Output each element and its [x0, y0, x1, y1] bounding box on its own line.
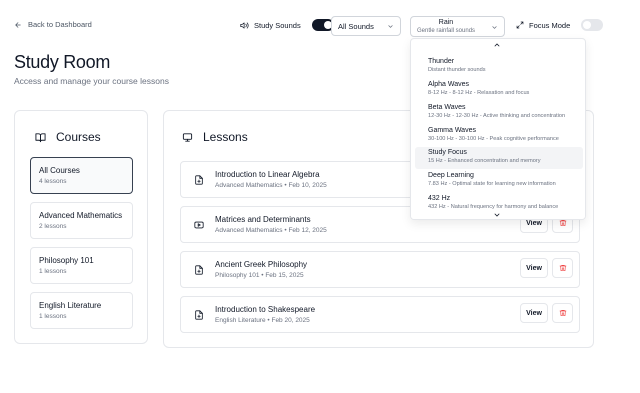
back-to-dashboard-link[interactable]: Back to Dashboard: [14, 20, 92, 29]
option-name: Alpha Waves: [428, 81, 469, 88]
course-lesson-count: 2 lessons: [39, 223, 67, 230]
lessons-heading-label: Lessons: [203, 130, 248, 144]
sound-dropdown-menu: Thunder Distant thunder sounds Alpha Wav…: [410, 38, 586, 220]
sound-select-title: Rain: [438, 19, 454, 26]
sound-select[interactable]: Rain Gentle rainfall sounds: [410, 16, 505, 37]
lesson-meta: Philosophy 101 • Feb 15, 2025: [215, 272, 304, 279]
lesson-title: Introduction to Shakespeare: [215, 305, 316, 314]
course-name: All Courses: [39, 166, 80, 175]
file-icon: [195, 175, 203, 185]
lesson-title: Ancient Greek Philosophy: [215, 260, 308, 269]
option-description: 7.83 Hz - Optimal state for learning new…: [428, 181, 556, 187]
study-sounds-label: Study Sounds: [254, 20, 301, 30]
toggle-knob: [583, 21, 592, 29]
file-icon: [195, 310, 203, 320]
course-name: Philosophy 101: [39, 256, 94, 265]
course-lesson-count: 1 lessons: [39, 313, 67, 320]
chevron-down-icon[interactable]: [493, 211, 501, 219]
lesson-row[interactable]: Introduction to Shakespeare English Lite…: [180, 296, 580, 333]
trash-icon: [559, 310, 566, 316]
option-description: 30-100 Hz - 30-100 Hz - Peak cognitive p…: [428, 136, 559, 142]
page-title: Study Room: [14, 52, 111, 72]
courses-heading-label: Courses: [56, 130, 101, 144]
option-name: Gamma Waves: [428, 127, 476, 134]
course-item-english-literature[interactable]: English Literature 1 lessons: [30, 292, 133, 329]
lessons-heading: Lessons: [182, 130, 248, 144]
course-item-philosophy-101[interactable]: Philosophy 101 1 lessons: [30, 247, 133, 284]
sound-option-deep-learning[interactable]: Deep Learning 7.83 Hz - Optimal state fo…: [415, 170, 583, 192]
video-icon: [194, 221, 204, 229]
lesson-row[interactable]: Ancient Greek Philosophy Philosophy 101 …: [180, 251, 580, 288]
focus-mode-toggle[interactable]: [581, 19, 604, 31]
lesson-meta: English Literature • Feb 20, 2025: [215, 317, 310, 324]
speaker-icon: [240, 22, 249, 28]
view-lesson-button[interactable]: View: [520, 303, 548, 323]
option-description: 15 Hz - Enhanced concentration and memor…: [428, 158, 541, 164]
sound-option-gamma-waves[interactable]: Gamma Waves 30-100 Hz - 30-100 Hz - Peak…: [415, 125, 583, 147]
chevron-up-icon[interactable]: [493, 41, 501, 49]
chevron-down-icon: [388, 24, 393, 28]
option-description: 8-12 Hz - 8-12 Hz - Relaxation and focus: [428, 90, 530, 96]
sound-select-subtitle: Gentle rainfall sounds: [417, 28, 476, 34]
lesson-meta: Advanced Mathematics • Feb 10, 2025: [215, 182, 327, 189]
course-name: Advanced Mathematics: [39, 211, 123, 220]
option-description: Distant thunder sounds: [428, 67, 486, 73]
delete-lesson-button[interactable]: [552, 258, 573, 278]
courses-panel: Courses All Courses 4 lessons Advanced M…: [14, 110, 148, 344]
course-item-advanced-mathematics[interactable]: Advanced Mathematics 2 lessons: [30, 202, 133, 239]
option-name: 432 Hz: [428, 195, 451, 202]
expand-icon: [516, 21, 524, 29]
option-name: Beta Waves: [428, 104, 466, 111]
courses-heading: Courses: [35, 130, 101, 144]
course-lesson-count: 1 lessons: [39, 268, 67, 275]
file-icon: [195, 265, 203, 275]
option-description: 12-30 Hz - 12-30 Hz - Active thinking an…: [428, 113, 566, 119]
chevron-down-icon: [492, 26, 497, 29]
course-item-all-courses[interactable]: All Courses 4 lessons: [30, 157, 133, 194]
option-name: Thunder: [428, 58, 455, 65]
view-lesson-button[interactable]: View: [520, 258, 548, 278]
presentation-icon: [182, 132, 193, 142]
trash-icon: [559, 265, 566, 271]
sound-option-alpha-waves[interactable]: Alpha Waves 8-12 Hz - 8-12 Hz - Relaxati…: [415, 79, 583, 101]
page-subtitle: Access and manage your course lessons: [14, 76, 169, 86]
lesson-meta: Advanced Mathematics • Feb 12, 2025: [215, 227, 327, 234]
focus-mode-label: Focus Mode: [529, 20, 571, 30]
book-open-icon: [35, 132, 46, 142]
trash-icon: [559, 220, 566, 226]
sound-option-beta-waves[interactable]: Beta Waves 12-30 Hz - 12-30 Hz - Active …: [415, 102, 583, 124]
arrow-left-icon: [15, 21, 21, 28]
option-name: Deep Learning: [428, 172, 474, 179]
focus-mode-control: Focus Mode: [516, 19, 604, 31]
course-name: English Literature: [39, 301, 102, 310]
delete-lesson-button[interactable]: [552, 303, 573, 323]
lesson-title: Matrices and Determinants: [215, 215, 311, 224]
course-lesson-count: 4 lessons: [39, 178, 67, 185]
lesson-title: Introduction to Linear Algebra: [215, 170, 320, 179]
study-sounds-control: Study Sounds: [240, 19, 334, 31]
back-link-label: Back to Dashboard: [28, 20, 92, 29]
sound-option-study-focus[interactable]: Study Focus 15 Hz - Enhanced concentrati…: [415, 147, 583, 169]
option-name: Study Focus: [428, 149, 467, 156]
sound-filter-value: All Sounds: [338, 21, 374, 31]
sound-option-thunder[interactable]: Thunder Distant thunder sounds: [415, 56, 583, 78]
sound-filter-select[interactable]: All Sounds: [331, 16, 401, 36]
dropdown-scroll-footer: [411, 209, 585, 219]
